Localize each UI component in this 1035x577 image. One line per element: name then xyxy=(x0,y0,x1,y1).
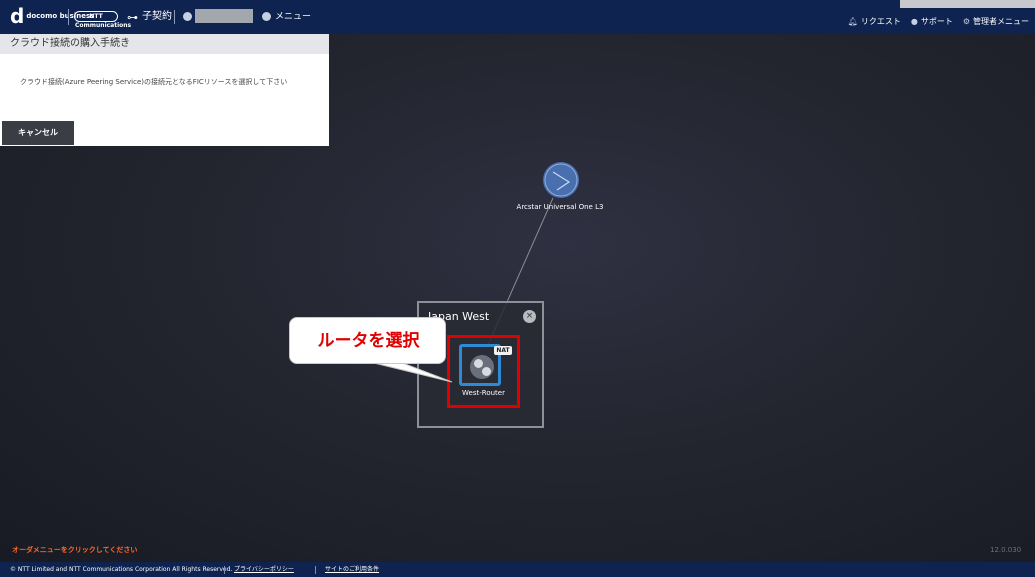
router-icon xyxy=(470,355,494,379)
menu-link[interactable]: メニュー xyxy=(275,11,311,23)
nav-support[interactable]: ● サポート xyxy=(911,17,953,27)
panel-title: クラウド接続の購入手続き xyxy=(0,34,329,54)
version-text: 12.0.030 xyxy=(990,546,1022,554)
panel-description: クラウド接続(Azure Peering Service)の接続元となるFICリ… xyxy=(20,78,288,86)
globe-icon[interactable] xyxy=(543,162,579,198)
callout-bubble: ルータを選択 xyxy=(289,317,446,364)
copyright-text: © NTT Limited and NTT Communications Cor… xyxy=(10,566,233,573)
nav-admin-label: 管理者メニュー xyxy=(973,17,1029,26)
callout-text: ルータを選択 xyxy=(317,331,420,351)
cancel-button[interactable]: キャンセル xyxy=(2,121,74,145)
router-icon-part xyxy=(474,359,483,368)
docomo-mark: d xyxy=(10,4,25,28)
bell-icon: 🔔︎ xyxy=(847,17,858,26)
globe-glyph xyxy=(544,163,578,197)
close-icon[interactable]: × xyxy=(523,310,536,323)
privacy-policy-link[interactable]: プライバシーポリシー xyxy=(234,562,294,577)
top-header: d docomo business NTT Communications ⊶ 子… xyxy=(0,0,1035,34)
footer: © NTT Limited and NTT Communications Cor… xyxy=(0,562,1035,577)
router-label: West-Router xyxy=(462,389,505,397)
ntt-logo: NTT Communications xyxy=(74,11,132,29)
purchase-panel: クラウド接続の購入手続き クラウド接続(Azure Peering Servic… xyxy=(0,34,329,146)
logo-divider xyxy=(68,9,69,25)
menu-icon xyxy=(262,12,271,21)
contract-link[interactable]: 子契約 xyxy=(142,11,172,23)
contract-tree-icon: ⊶ xyxy=(127,11,138,24)
footer-divider xyxy=(315,566,316,574)
nav-support-label: サポート xyxy=(920,17,953,26)
gear-icon: ⚙ xyxy=(962,17,970,26)
user-name-box[interactable] xyxy=(195,9,253,23)
nat-badge: NAT xyxy=(494,346,512,355)
header-nav: 🔔︎ リクエスト ● サポート ⚙ 管理者メニュー xyxy=(848,17,1029,27)
footer-divider xyxy=(224,566,225,574)
header-divider xyxy=(174,10,175,24)
nav-request[interactable]: 🔔︎ リクエスト xyxy=(848,17,901,27)
nav-request-label: リクエスト xyxy=(860,17,901,26)
router-icon-part xyxy=(482,367,491,376)
question-icon: ● xyxy=(910,17,918,26)
user-icon xyxy=(183,12,192,21)
nav-admin-menu[interactable]: ⚙ 管理者メニュー xyxy=(963,17,1029,27)
order-hint-text: オーダメニューをクリックしてください xyxy=(12,546,138,554)
top-right-bar xyxy=(900,0,1035,8)
cloud-node-label: Arcstar Universal One L3 xyxy=(516,203,604,211)
terms-link[interactable]: サイトのご利用条件 xyxy=(325,562,379,577)
